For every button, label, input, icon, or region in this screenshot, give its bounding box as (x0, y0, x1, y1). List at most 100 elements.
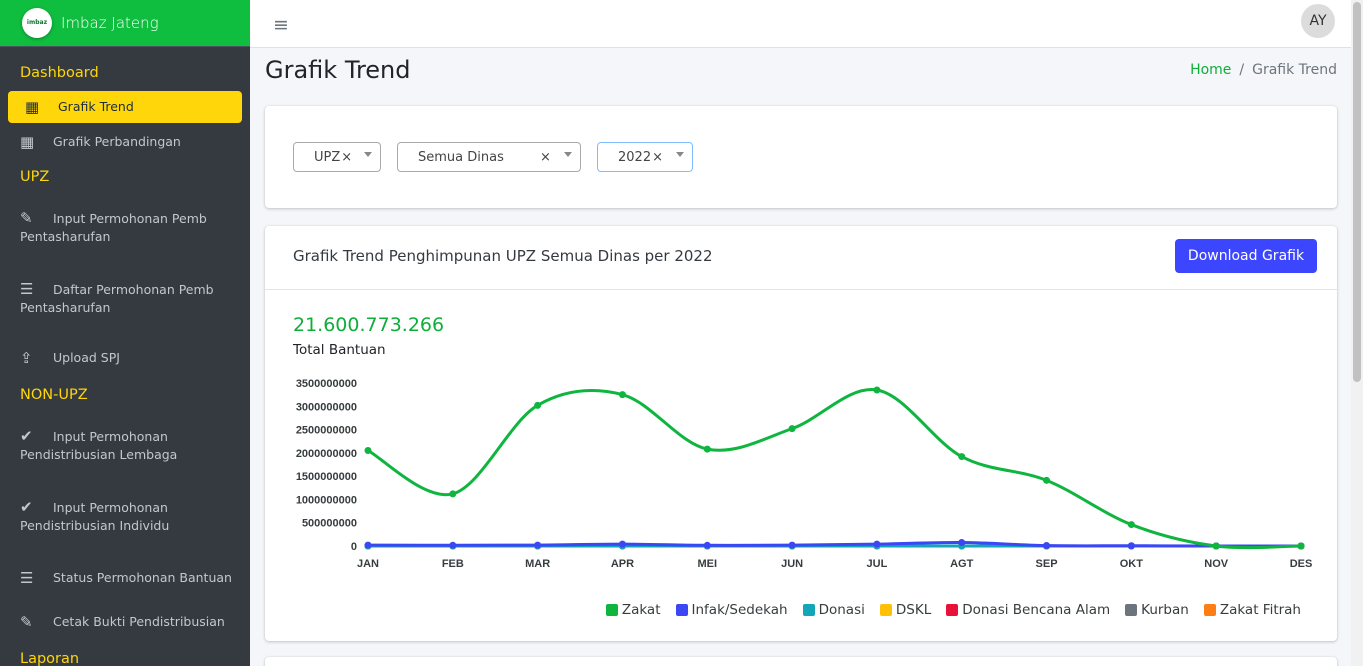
sidebar-item-pendistribusian-lembaga[interactable]: ✔ Input Permohonan Pendistribusian Lembag… (0, 413, 250, 472)
brand-link[interactable]: imbaz Imbaz Jateng (0, 0, 250, 47)
x-tick-label: DES (1290, 558, 1313, 570)
hamburger-icon[interactable]: ≡ (273, 14, 289, 36)
sidebar-item-grafik-trend[interactable]: ▦ Grafik Trend (8, 91, 242, 123)
grid-icon: ▦ (25, 98, 40, 116)
nav-header-non-upz: NON-UPZ (20, 387, 88, 403)
chart-legend: Zakat Infak/Sedekah Donasi DSKL Donasi Benca… (591, 602, 1301, 618)
data-point[interactable] (449, 490, 457, 498)
legend-label: DSKL (895, 602, 932, 618)
data-point[interactable] (1043, 542, 1051, 550)
type-select[interactable]: UPZ × (293, 142, 381, 172)
data-point[interactable] (958, 539, 966, 547)
sidebar-item-label: Grafik Trend (58, 99, 134, 114)
data-point[interactable] (703, 541, 711, 549)
x-tick-label: OKT (1120, 558, 1144, 570)
chart-card: Grafik Trend Penghimpunan UPZ Semua Dina… (265, 226, 1337, 641)
sidebar-item-pendistribusian-individu[interactable]: ✔ Input Permohonan Pendistribusian Indivi… (0, 472, 250, 543)
legend-item[interactable]: Infak/Sedekah (675, 602, 788, 618)
x-tick-label: APR (611, 558, 634, 570)
y-tick-label: 3500000000 (296, 378, 357, 390)
sidebar-item-daftar-permohonan-pemb[interactable]: ☰ Daftar Permohonan Pemb Pentasharufan (0, 254, 250, 325)
dinas-select[interactable]: Semua Dinas × (397, 142, 581, 172)
legend-label: Donasi (818, 602, 865, 618)
breadcrumb-home-link[interactable]: Home (1190, 62, 1231, 78)
check-icon: ✔ (20, 498, 33, 516)
data-point[interactable] (364, 447, 372, 455)
data-point[interactable] (788, 425, 796, 433)
x-tick-label: FEB (442, 558, 464, 570)
chevron-down-icon (676, 152, 684, 157)
avatar[interactable]: AY (1301, 4, 1335, 38)
x-tick-label: JUN (781, 558, 803, 570)
list-icon: ☰ (20, 569, 34, 587)
legend-item[interactable]: Kurban (1125, 602, 1189, 618)
legend-item[interactable]: Donasi Bencana Alam (946, 602, 1110, 618)
data-point[interactable] (618, 391, 626, 399)
legend-label: Kurban (1141, 602, 1189, 618)
scrollbar[interactable] (1351, 0, 1363, 666)
legend-label: Zakat (621, 602, 661, 618)
legend-label: Zakat Fitrah (1219, 602, 1301, 618)
year-clear-icon[interactable]: × (652, 150, 663, 165)
data-point[interactable] (618, 540, 626, 548)
data-point[interactable] (449, 541, 457, 549)
y-tick-label: 1000000000 (296, 494, 357, 506)
breadcrumb-separator: / (1239, 62, 1245, 78)
legend-label: Donasi Bencana Alam (962, 602, 1111, 618)
y-tick-label: 2000000000 (296, 448, 357, 460)
sidebar-item-label: Input Permohonan Pemb Pentasharufan (20, 211, 207, 244)
scrollbar-thumb[interactable] (1353, 2, 1361, 382)
sidebar-item-grafik-perbandingan[interactable]: ▦ Grafik Perbandingan (0, 125, 250, 159)
type-select-value: UPZ (314, 149, 341, 165)
data-point[interactable] (1043, 476, 1051, 484)
sidebar-item-input-permohonan-pemb[interactable]: ✎ Input Permohonan Pemb Pentasharufan (0, 195, 250, 254)
data-point[interactable] (703, 445, 711, 453)
dinas-select-value: Semua Dinas (418, 149, 504, 165)
y-tick-label: 500000000 (302, 518, 357, 530)
data-point[interactable] (534, 541, 542, 549)
chevron-down-icon (564, 152, 572, 157)
data-point[interactable] (873, 540, 881, 548)
legend-item[interactable]: DSKL (879, 602, 932, 618)
legend-swatch (1125, 604, 1138, 616)
x-tick-label: JAN (357, 558, 379, 570)
y-tick-label: 3000000000 (296, 401, 357, 413)
legend-swatch (1203, 604, 1216, 616)
data-point[interactable] (958, 453, 966, 461)
sidebar-item-label: Daftar Permohonan Pemb Pentasharufan (20, 282, 214, 315)
sidebar: imbaz Imbaz Jateng Dashboard ▦ Grafik Tr… (0, 0, 250, 666)
data-point[interactable] (788, 541, 796, 549)
sidebar-item-label: Status Permohonan Bantuan (53, 570, 232, 585)
nav-header-dashboard: Dashboard (20, 65, 99, 81)
dinas-clear-icon[interactable]: × (540, 150, 551, 165)
data-point[interactable] (1127, 521, 1135, 529)
y-tick-label: 1500000000 (296, 471, 357, 483)
series-line (367, 388, 1302, 550)
legend-swatch (946, 604, 959, 616)
year-select[interactable]: 2022 × (597, 142, 693, 172)
data-point[interactable] (534, 401, 542, 409)
data-point[interactable] (1127, 542, 1135, 550)
top-navbar: ≡ AY (250, 0, 1351, 48)
checklist-icon: ☰ (20, 280, 34, 298)
sidebar-item-label: Cetak Bukti Pendistribusian (53, 614, 225, 629)
upload-icon: ⇪ (20, 349, 33, 367)
data-point[interactable] (1212, 542, 1220, 550)
data-point[interactable] (873, 386, 881, 394)
legend-label: Infak/Sedekah (691, 602, 788, 618)
data-point[interactable] (1297, 542, 1305, 550)
legend-swatch (802, 604, 815, 616)
sidebar-item-upload-spj[interactable]: ⇪ Upload SPJ (0, 325, 250, 375)
nav-header-upz: UPZ (20, 169, 50, 185)
nav-header-laporan: Laporan (20, 651, 80, 666)
legend-item[interactable]: Donasi (802, 602, 865, 618)
sidebar-item-status-permohonan[interactable]: ☰ Status Permohonan Bantuan (0, 543, 250, 595)
breadcrumb-current: Grafik Trend (1252, 62, 1337, 78)
x-tick-label: MEI (697, 558, 717, 570)
legend-item[interactable]: Zakat (605, 602, 661, 618)
sidebar-item-cetak-bukti[interactable]: ✎ Cetak Bukti Pendistribusian (0, 595, 250, 639)
data-point[interactable] (364, 541, 372, 549)
legend-item[interactable]: Zakat Fitrah (1203, 602, 1301, 618)
brand-name: Imbaz Jateng (61, 14, 159, 32)
type-clear-icon[interactable]: × (341, 150, 352, 165)
